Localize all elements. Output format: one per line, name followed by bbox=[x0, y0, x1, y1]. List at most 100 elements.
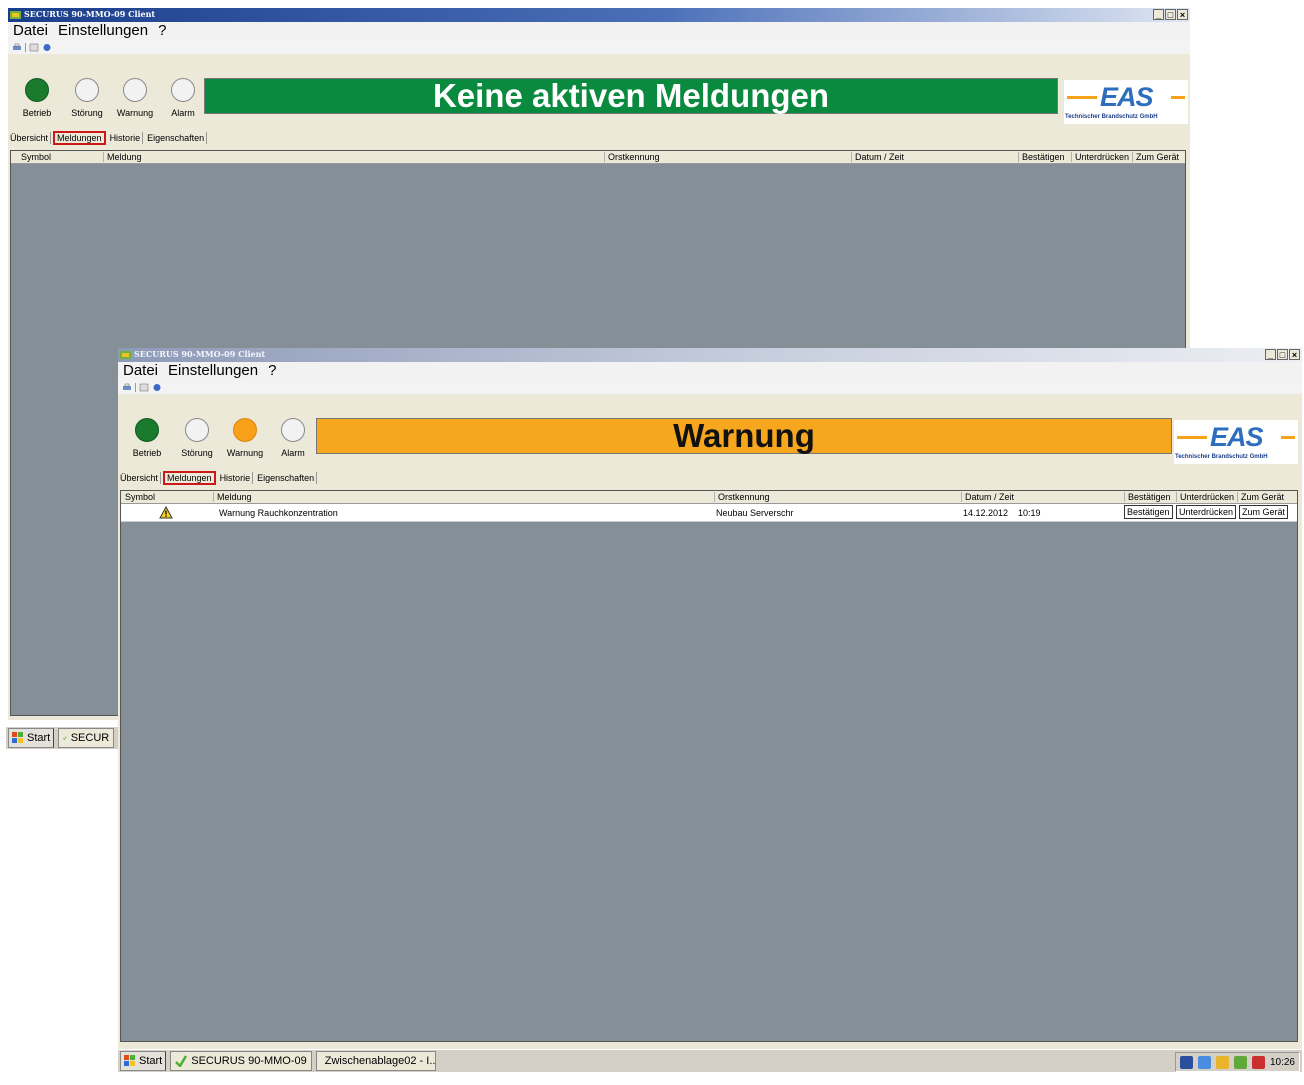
logo-subtitle: Technischer Brandschutz GmbH bbox=[1175, 454, 1268, 460]
menu-datei[interactable]: Datei bbox=[13, 22, 48, 40]
lamp-warnung: Warnung bbox=[220, 418, 270, 458]
taskbar-task-clipboard[interactable]: Zwischenablage02 - I... bbox=[315, 1051, 436, 1071]
windows-logo-icon bbox=[124, 1055, 135, 1066]
tab-uebersicht[interactable]: Übersicht bbox=[118, 472, 162, 484]
table-row[interactable]: Warnung Rauchkonzentration Neubau Server… bbox=[121, 504, 1297, 522]
close-button[interactable]: × bbox=[1289, 349, 1300, 360]
grid-header: Symbol Meldung Orstkennung Datum / Zeit … bbox=[11, 151, 1185, 164]
goto-device-button[interactable]: Zum Gerät bbox=[1239, 505, 1289, 519]
lamp-stoerung: Störung bbox=[172, 418, 222, 458]
lamp-label: Betrieb bbox=[22, 108, 52, 118]
start-label: Start bbox=[139, 1055, 163, 1067]
taskbar: Start SECURUS 90-MMO-09 Zwischenablage02… bbox=[118, 1049, 1302, 1072]
col-bestaetigen[interactable]: Bestätigen bbox=[1018, 152, 1065, 162]
windows-logo-icon bbox=[12, 732, 23, 743]
start-label: Start bbox=[27, 732, 51, 744]
maximize-button[interactable]: □ bbox=[1165, 9, 1176, 20]
suppress-button[interactable]: Unterdrücken bbox=[1176, 505, 1237, 519]
main-window-front: SECURUS 90-MMO-09 Client _ □ × Datei Ein… bbox=[118, 348, 1302, 1072]
lamp-betrieb: Betrieb bbox=[122, 418, 172, 458]
tab-historie[interactable]: Historie bbox=[218, 472, 254, 484]
info-icon[interactable] bbox=[152, 383, 162, 392]
col-zum-geraet[interactable]: Zum Gerät bbox=[1132, 152, 1179, 162]
app-icon bbox=[175, 1055, 188, 1067]
tab-meldungen[interactable]: Meldungen bbox=[163, 471, 216, 485]
minimize-button[interactable]: _ bbox=[1153, 9, 1164, 20]
clock[interactable]: 10:26 bbox=[1270, 1057, 1295, 1068]
start-button[interactable]: Start bbox=[120, 1051, 167, 1071]
taskbar-task-securus[interactable]: SECUR bbox=[58, 728, 115, 748]
close-button[interactable]: × bbox=[1177, 9, 1188, 20]
title-bar[interactable]: SECURUS 90-MMO-09 Client _ □ × bbox=[8, 8, 1190, 22]
col-unterdruecken[interactable]: Unterdrücken bbox=[1176, 492, 1234, 502]
start-button[interactable]: Start bbox=[8, 728, 55, 748]
tray-network-icon[interactable] bbox=[1197, 1055, 1211, 1069]
col-meldung[interactable]: Meldung bbox=[213, 492, 252, 502]
tray-app-icon[interactable] bbox=[1179, 1055, 1193, 1069]
tab-uebersicht[interactable]: Übersicht bbox=[8, 132, 52, 144]
company-logo: EAS Technischer Brandschutz GmbH bbox=[1064, 80, 1188, 124]
col-ortskennung[interactable]: Orstkennung bbox=[714, 492, 770, 502]
task-label: SECURUS 90-MMO-09 bbox=[191, 1055, 307, 1067]
warning-icon bbox=[159, 506, 173, 519]
status-banner: Warnung bbox=[316, 417, 1172, 454]
system-tray: 10:26 bbox=[1174, 1052, 1300, 1072]
cell-zeit: 10:19 bbox=[1018, 508, 1041, 518]
print-icon[interactable] bbox=[122, 383, 132, 392]
col-unterdruecken[interactable]: Unterdrücken bbox=[1071, 152, 1129, 162]
tab-historie[interactable]: Historie bbox=[108, 132, 144, 144]
status-lamp-icon bbox=[123, 78, 147, 102]
logo-text: EAS bbox=[1100, 82, 1154, 112]
status-lamp-icon bbox=[25, 78, 49, 102]
col-meldung[interactable]: Meldung bbox=[103, 152, 142, 162]
task-label: Zwischenablage02 - I... bbox=[324, 1055, 436, 1067]
tab-eigenschaften[interactable]: Eigenschaften bbox=[255, 472, 318, 484]
col-zum-geraet[interactable]: Zum Gerät bbox=[1237, 492, 1284, 502]
status-lamp-icon bbox=[281, 418, 305, 442]
menu-einstellungen[interactable]: Einstellungen bbox=[168, 362, 258, 380]
company-logo: EAS Technischer Brandschutz GmbH bbox=[1174, 420, 1298, 464]
tray-k-icon[interactable] bbox=[1251, 1055, 1265, 1069]
grid-header: Symbol Meldung Orstkennung Datum / Zeit … bbox=[121, 491, 1297, 504]
app-icon bbox=[120, 351, 131, 359]
tray-folder-icon[interactable] bbox=[1215, 1055, 1229, 1069]
minimize-button[interactable]: _ bbox=[1265, 349, 1276, 360]
view-icon[interactable] bbox=[139, 383, 149, 392]
menu-datei[interactable]: Datei bbox=[123, 362, 158, 380]
info-icon[interactable] bbox=[42, 43, 52, 52]
menu-help[interactable]: ? bbox=[158, 22, 166, 40]
menu-help[interactable]: ? bbox=[268, 362, 276, 380]
status-lamp-icon bbox=[135, 418, 159, 442]
lamp-label: Störung bbox=[71, 108, 103, 118]
col-symbol[interactable]: Symbol bbox=[21, 152, 51, 162]
status-lamp-icon bbox=[171, 78, 195, 102]
toolbar-separator bbox=[135, 382, 136, 392]
print-icon[interactable] bbox=[12, 43, 22, 52]
confirm-button[interactable]: Bestätigen bbox=[1124, 505, 1173, 519]
tab-bar: Übersicht Meldungen Historie Eigenschaft… bbox=[8, 130, 209, 146]
lamp-label: Alarm bbox=[281, 448, 305, 458]
cell-meldung: Warnung Rauchkonzentration bbox=[219, 508, 338, 518]
app-icon bbox=[63, 736, 67, 741]
tab-meldungen[interactable]: Meldungen bbox=[53, 131, 106, 145]
toolbar bbox=[8, 40, 1190, 54]
lamp-stoerung: Störung bbox=[62, 78, 112, 118]
col-datum[interactable]: Datum / Zeit bbox=[851, 152, 904, 162]
task-label: SECUR bbox=[70, 732, 110, 744]
view-icon[interactable] bbox=[29, 43, 39, 52]
lamp-betrieb: Betrieb bbox=[12, 78, 62, 118]
title-bar[interactable]: SECURUS 90-MMO-09 Client _ □ × bbox=[118, 348, 1302, 362]
tab-eigenschaften[interactable]: Eigenschaften bbox=[145, 132, 208, 144]
menu-bar: Datei Einstellungen ? bbox=[118, 362, 1302, 380]
col-datum[interactable]: Datum / Zeit bbox=[961, 492, 1014, 502]
col-symbol[interactable]: Symbol bbox=[125, 492, 155, 502]
window-title: SECURUS 90-MMO-09 Client bbox=[24, 9, 156, 19]
maximize-button[interactable]: □ bbox=[1277, 349, 1288, 360]
lamp-label: Warnung bbox=[116, 108, 154, 118]
tray-security-icon[interactable] bbox=[1233, 1055, 1247, 1069]
col-bestaetigen[interactable]: Bestätigen bbox=[1124, 492, 1171, 502]
taskbar-task-securus[interactable]: SECURUS 90-MMO-09 bbox=[170, 1051, 312, 1071]
status-banner: Keine aktiven Meldungen bbox=[204, 77, 1058, 114]
menu-einstellungen[interactable]: Einstellungen bbox=[58, 22, 148, 40]
col-ortskennung[interactable]: Orstkennung bbox=[604, 152, 660, 162]
